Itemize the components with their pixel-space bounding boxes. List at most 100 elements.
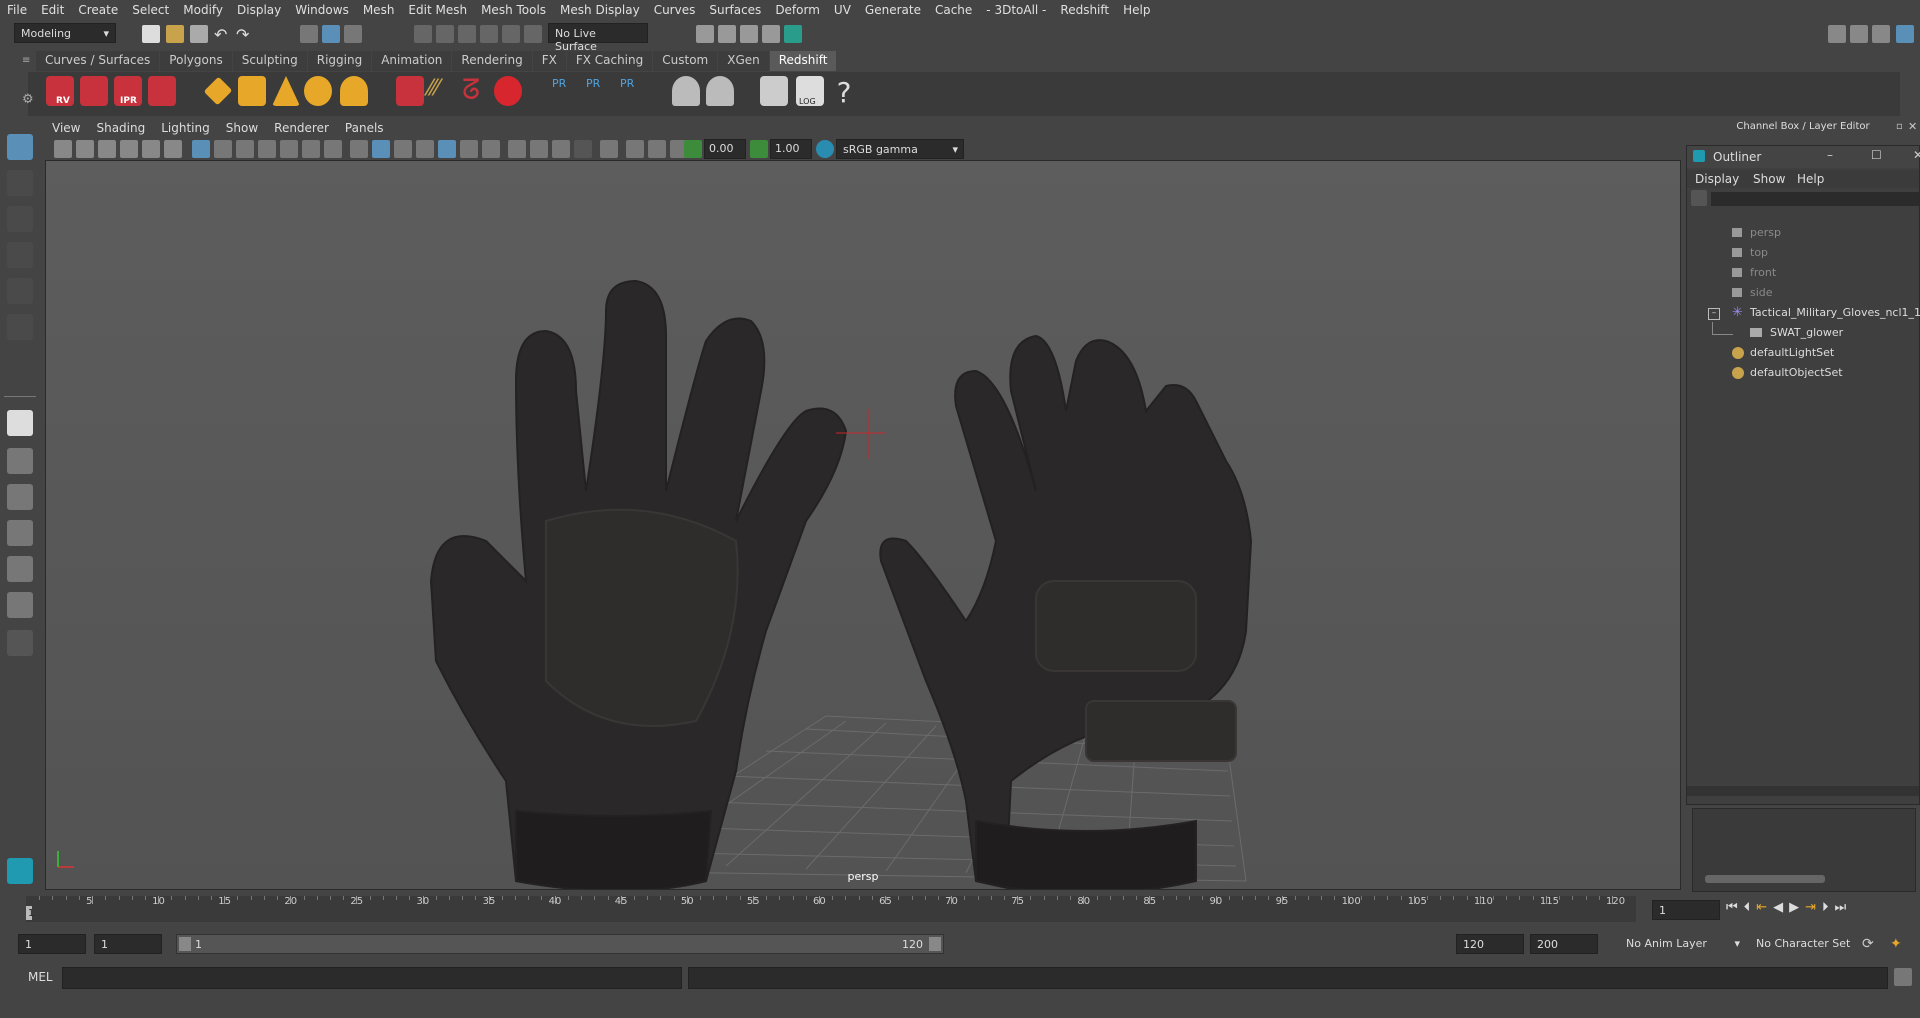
select-object-icon[interactable]: [322, 25, 340, 43]
shelf-tab-curves-surfaces[interactable]: Curves / Surfaces: [36, 51, 160, 71]
undo-icon[interactable]: ↶: [214, 25, 232, 44]
single-perspective-layout-icon[interactable]: [7, 410, 33, 436]
redshift-dome-light-icon[interactable]: [304, 76, 332, 106]
time-slider[interactable]: 5 10 15 20 25 30 35 40 45 50 55 60 65 70 75 80 85 90 95 100…: [26, 896, 1636, 922]
gate-mask-icon[interactable]: [258, 140, 276, 158]
shelf-tab-rendering[interactable]: Rendering: [452, 51, 532, 71]
depth-of-field-icon[interactable]: [574, 140, 592, 158]
rotate-tool-icon[interactable]: [7, 278, 33, 304]
select-component-icon[interactable]: [344, 25, 362, 43]
menu-curves[interactable]: Curves: [647, 3, 703, 17]
step-back-key-icon[interactable]: ⇤: [1756, 900, 1773, 915]
safe-action-icon[interactable]: [302, 140, 320, 158]
auto-key-icon[interactable]: ⟳: [1862, 936, 1874, 952]
redshift-render-settings-icon[interactable]: [148, 76, 176, 106]
grid-toggle-icon[interactable]: [192, 140, 210, 158]
wireframe-icon[interactable]: [350, 140, 368, 158]
resolution-gate-icon[interactable]: [236, 140, 254, 158]
tool-settings-toggle-icon[interactable]: [1872, 25, 1890, 43]
isolate-select-icon[interactable]: [600, 140, 618, 158]
play-forwards-icon[interactable]: ▶: [1789, 900, 1805, 915]
channel-box-toggle-icon[interactable]: [1896, 25, 1914, 43]
shelf-tab-redshift[interactable]: Redshift: [769, 51, 837, 71]
field-chart-icon[interactable]: [280, 140, 298, 158]
menu-mesh[interactable]: Mesh: [356, 3, 402, 17]
film-gate-icon[interactable]: [214, 140, 232, 158]
redshift-ipr-icon[interactable]: IPR: [114, 76, 142, 106]
motion-blur-icon[interactable]: [530, 140, 548, 158]
shelf-tab-animation[interactable]: Animation: [372, 51, 452, 71]
use-default-material-icon[interactable]: [394, 140, 412, 158]
go-to-start-icon[interactable]: ⏮: [1726, 900, 1744, 915]
outliner-menu-display[interactable]: Display: [1695, 172, 1739, 186]
current-frame-field[interactable]: 1: [1652, 900, 1720, 920]
menu-cache[interactable]: Cache: [928, 3, 979, 17]
outliner-item-persp[interactable]: persp: [1750, 226, 1781, 239]
color-management-icon[interactable]: [816, 140, 834, 158]
shelf-tab-sculpting[interactable]: Sculpting: [232, 51, 307, 71]
viewport-menu-view[interactable]: View: [44, 121, 88, 137]
ipr-render-icon[interactable]: [740, 25, 758, 43]
shelf-tab-fx[interactable]: FX: [532, 51, 566, 71]
redshift-script-icon[interactable]: [760, 76, 788, 106]
maximize-icon[interactable]: ☐: [1871, 148, 1882, 162]
save-scene-icon[interactable]: [190, 25, 208, 43]
go-to-end-icon[interactable]: ⏭: [1835, 900, 1853, 915]
attribute-editor-toggle-icon[interactable]: [1850, 25, 1868, 43]
redo-icon[interactable]: ↷: [236, 25, 254, 44]
redshift-pr-export-icon[interactable]: PR: [586, 76, 614, 106]
animation-prefs-icon[interactable]: ✦: [1890, 936, 1902, 952]
gamma-icon[interactable]: [750, 140, 768, 158]
horizontal-scrollbar[interactable]: [1705, 875, 1825, 883]
redshift-proxy-icon[interactable]: [396, 76, 424, 106]
camera-attributes-icon[interactable]: [76, 140, 94, 158]
playback-start-field[interactable]: 1: [94, 934, 162, 954]
use-all-lights-icon[interactable]: [460, 140, 478, 158]
shelf-tab-fx-caching[interactable]: FX Caching: [566, 51, 653, 71]
redshift-material-ball-icon[interactable]: [494, 76, 522, 106]
close-icon[interactable]: ✕: [1913, 148, 1920, 162]
anti-aliasing-icon[interactable]: [552, 140, 570, 158]
minimize-icon[interactable]: –: [1827, 148, 1833, 162]
persp-outliner-layout-icon[interactable]: [7, 520, 33, 546]
range-start-handle[interactable]: [179, 937, 191, 951]
2d-pan-zoom-icon[interactable]: [142, 140, 160, 158]
shelf-tab-rigging[interactable]: Rigging: [307, 51, 372, 71]
menu-edit[interactable]: Edit: [34, 3, 71, 17]
redshift-pr-object-icon[interactable]: PR: [552, 76, 580, 106]
render-view-icon[interactable]: [762, 25, 780, 43]
layout-options-icon[interactable]: [7, 630, 33, 656]
open-scene-icon[interactable]: [166, 25, 184, 43]
redshift-hair-icon[interactable]: ⁄⁄⁄: [428, 76, 456, 106]
snap-point-icon[interactable]: [458, 25, 476, 43]
viewport-menu-lighting[interactable]: Lighting: [153, 121, 218, 137]
viewport-menu-shading[interactable]: Shading: [88, 121, 153, 137]
persp-graph-layout-icon[interactable]: [7, 556, 33, 582]
menu-help[interactable]: Help: [1116, 3, 1157, 17]
snap-surface-icon[interactable]: [502, 25, 520, 43]
menu-windows[interactable]: Windows: [288, 3, 356, 17]
scale-tool-icon[interactable]: [7, 314, 33, 340]
menu-create[interactable]: Create: [71, 3, 125, 17]
menu-deform[interactable]: Deform: [768, 3, 827, 17]
animation-start-field[interactable]: 1: [18, 934, 86, 954]
menu-3dtoall[interactable]: - 3DtoAll -: [979, 3, 1053, 17]
bookmark-icon[interactable]: [98, 140, 116, 158]
redshift-curve-icon[interactable]: ᘔ: [462, 76, 490, 106]
outliner-item-front[interactable]: front: [1750, 266, 1776, 279]
exposure-field[interactable]: 0.00: [704, 139, 746, 159]
script-editor-icon[interactable]: [1894, 968, 1912, 986]
camera-select-icon[interactable]: [54, 140, 72, 158]
xray-icon[interactable]: [626, 140, 644, 158]
viewport-menu-panels[interactable]: Panels: [337, 121, 392, 137]
outliner-filter-icon[interactable]: [1691, 190, 1707, 206]
help-icon[interactable]: ?: [830, 76, 858, 109]
shelf-tab-custom[interactable]: Custom: [653, 51, 718, 71]
screen-space-ao-icon[interactable]: [508, 140, 526, 158]
hypershade-icon[interactable]: [784, 25, 802, 43]
shelf-tab-polygons[interactable]: Polygons: [160, 51, 232, 71]
gamma-field[interactable]: 1.00: [770, 139, 812, 159]
viewport-menu-show[interactable]: Show: [218, 121, 266, 137]
exposure-icon[interactable]: [684, 140, 702, 158]
render-settings-icon[interactable]: [696, 25, 714, 43]
